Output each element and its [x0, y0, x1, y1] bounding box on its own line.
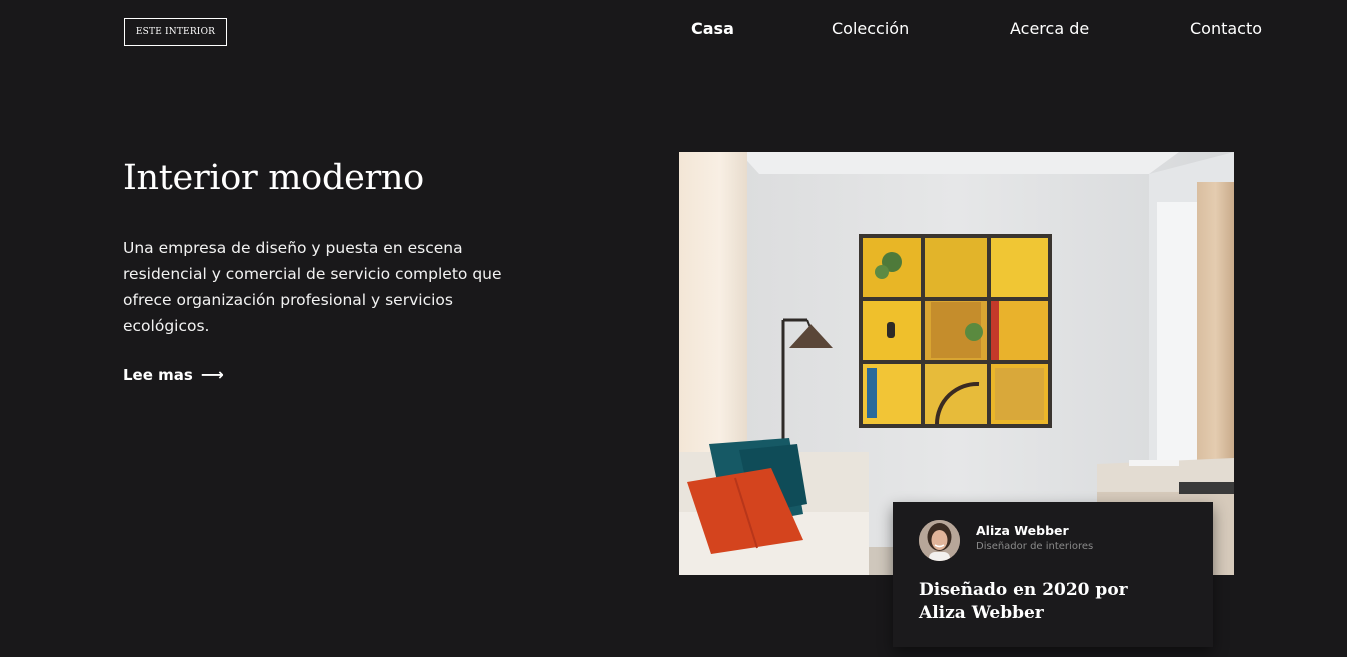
nav-item-contacto[interactable]: Contacto: [1190, 19, 1262, 38]
logo[interactable]: ESTE INTERIOR: [124, 18, 227, 46]
nav-item-coleccion[interactable]: Colección: [832, 19, 909, 38]
designer-card: Aliza Webber Diseñador de interiores Dis…: [893, 502, 1213, 647]
read-more-link[interactable]: Lee mas ⟶: [123, 365, 224, 384]
hero-description: Una empresa de diseño y puesta en escena…: [123, 239, 502, 335]
arrow-right-icon: ⟶: [200, 365, 224, 384]
page: ESTE INTERIOR Casa Colección Acerca de C…: [0, 0, 1347, 657]
card-title: Diseñado en 2020 por Aliza Webber: [919, 580, 1128, 623]
avatar: [919, 520, 960, 561]
nav-item-acerca-de[interactable]: Acerca de: [1010, 19, 1089, 38]
nav-item-casa[interactable]: Casa: [691, 19, 734, 38]
designer-role: Diseñador de interiores: [976, 541, 1094, 552]
read-more-label: Lee mas: [123, 365, 193, 384]
hero-title: Interior moderno: [123, 158, 424, 198]
designer-name: Aliza Webber: [976, 523, 1069, 538]
